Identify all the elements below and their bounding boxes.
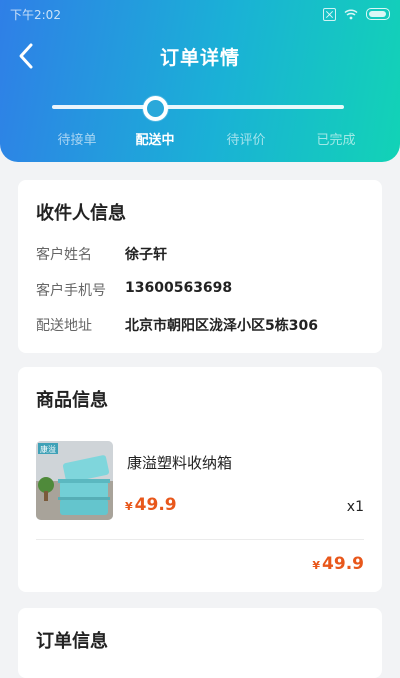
order-info-card: 订单信息 xyxy=(18,608,382,678)
product-price: ¥49.9 xyxy=(125,495,177,515)
product-title: 商品信息 xyxy=(36,390,108,411)
recipient-title: 收件人信息 xyxy=(36,203,126,224)
status-time: 下午2:02 xyxy=(10,8,61,22)
progress-track xyxy=(52,105,344,109)
delivery-address-label: 配送地址 xyxy=(36,318,92,334)
storage-box-image: 康溢 xyxy=(36,441,113,520)
step-completed: 已完成 xyxy=(316,133,356,148)
customer-phone-label: 客户手机号 xyxy=(36,283,106,299)
product-card: 商品信息 康溢 康溢塑料收纳箱 ¥49.9 x1 ¥49.9 xyxy=(18,367,382,592)
order-info-title: 订单信息 xyxy=(36,631,108,652)
product-brand-mark: 康溢 xyxy=(40,444,56,454)
customer-phone-value[interactable]: 13600563698 xyxy=(125,280,232,296)
order-total-value: 49.9 xyxy=(322,554,364,574)
step-to-review: 待评价 xyxy=(226,133,266,148)
status-icons xyxy=(323,6,390,22)
page-title: 订单详情 xyxy=(159,47,240,69)
order-total-currency: ¥ xyxy=(312,559,321,572)
wifi-icon xyxy=(344,9,358,20)
delivery-address-value: 北京市朝阳区泷泽小区5栋306 xyxy=(125,318,318,334)
step-pending: 待接单 xyxy=(57,133,97,148)
product-name: 康溢塑料收纳箱 xyxy=(127,454,233,472)
step-delivering: 配送中 xyxy=(135,133,175,148)
customer-name-value: 徐子轩 xyxy=(125,247,167,263)
status-bar: 下午2:02 xyxy=(0,0,400,28)
progress-knob xyxy=(142,96,168,121)
order-steps: 待接单 配送中 待评价 已完成 xyxy=(0,129,400,149)
sim-icon xyxy=(323,7,336,21)
product-price-currency: ¥ xyxy=(125,500,133,513)
header: 下午2:02 订单详情 待接单 配送中 待评价 已完成 xyxy=(0,0,400,162)
product-divider xyxy=(36,539,364,540)
product-price-value: 49.9 xyxy=(134,495,177,515)
battery-icon xyxy=(366,8,390,20)
customer-name-label: 客户姓名 xyxy=(36,247,92,263)
recipient-card: 收件人信息 客户姓名 徐子轩 客户手机号 13600563698 配送地址 北京… xyxy=(18,180,382,353)
product-quantity: x1 xyxy=(346,499,364,515)
product-image[interactable]: 康溢 xyxy=(36,441,113,520)
order-total: ¥49.9 xyxy=(312,554,364,574)
